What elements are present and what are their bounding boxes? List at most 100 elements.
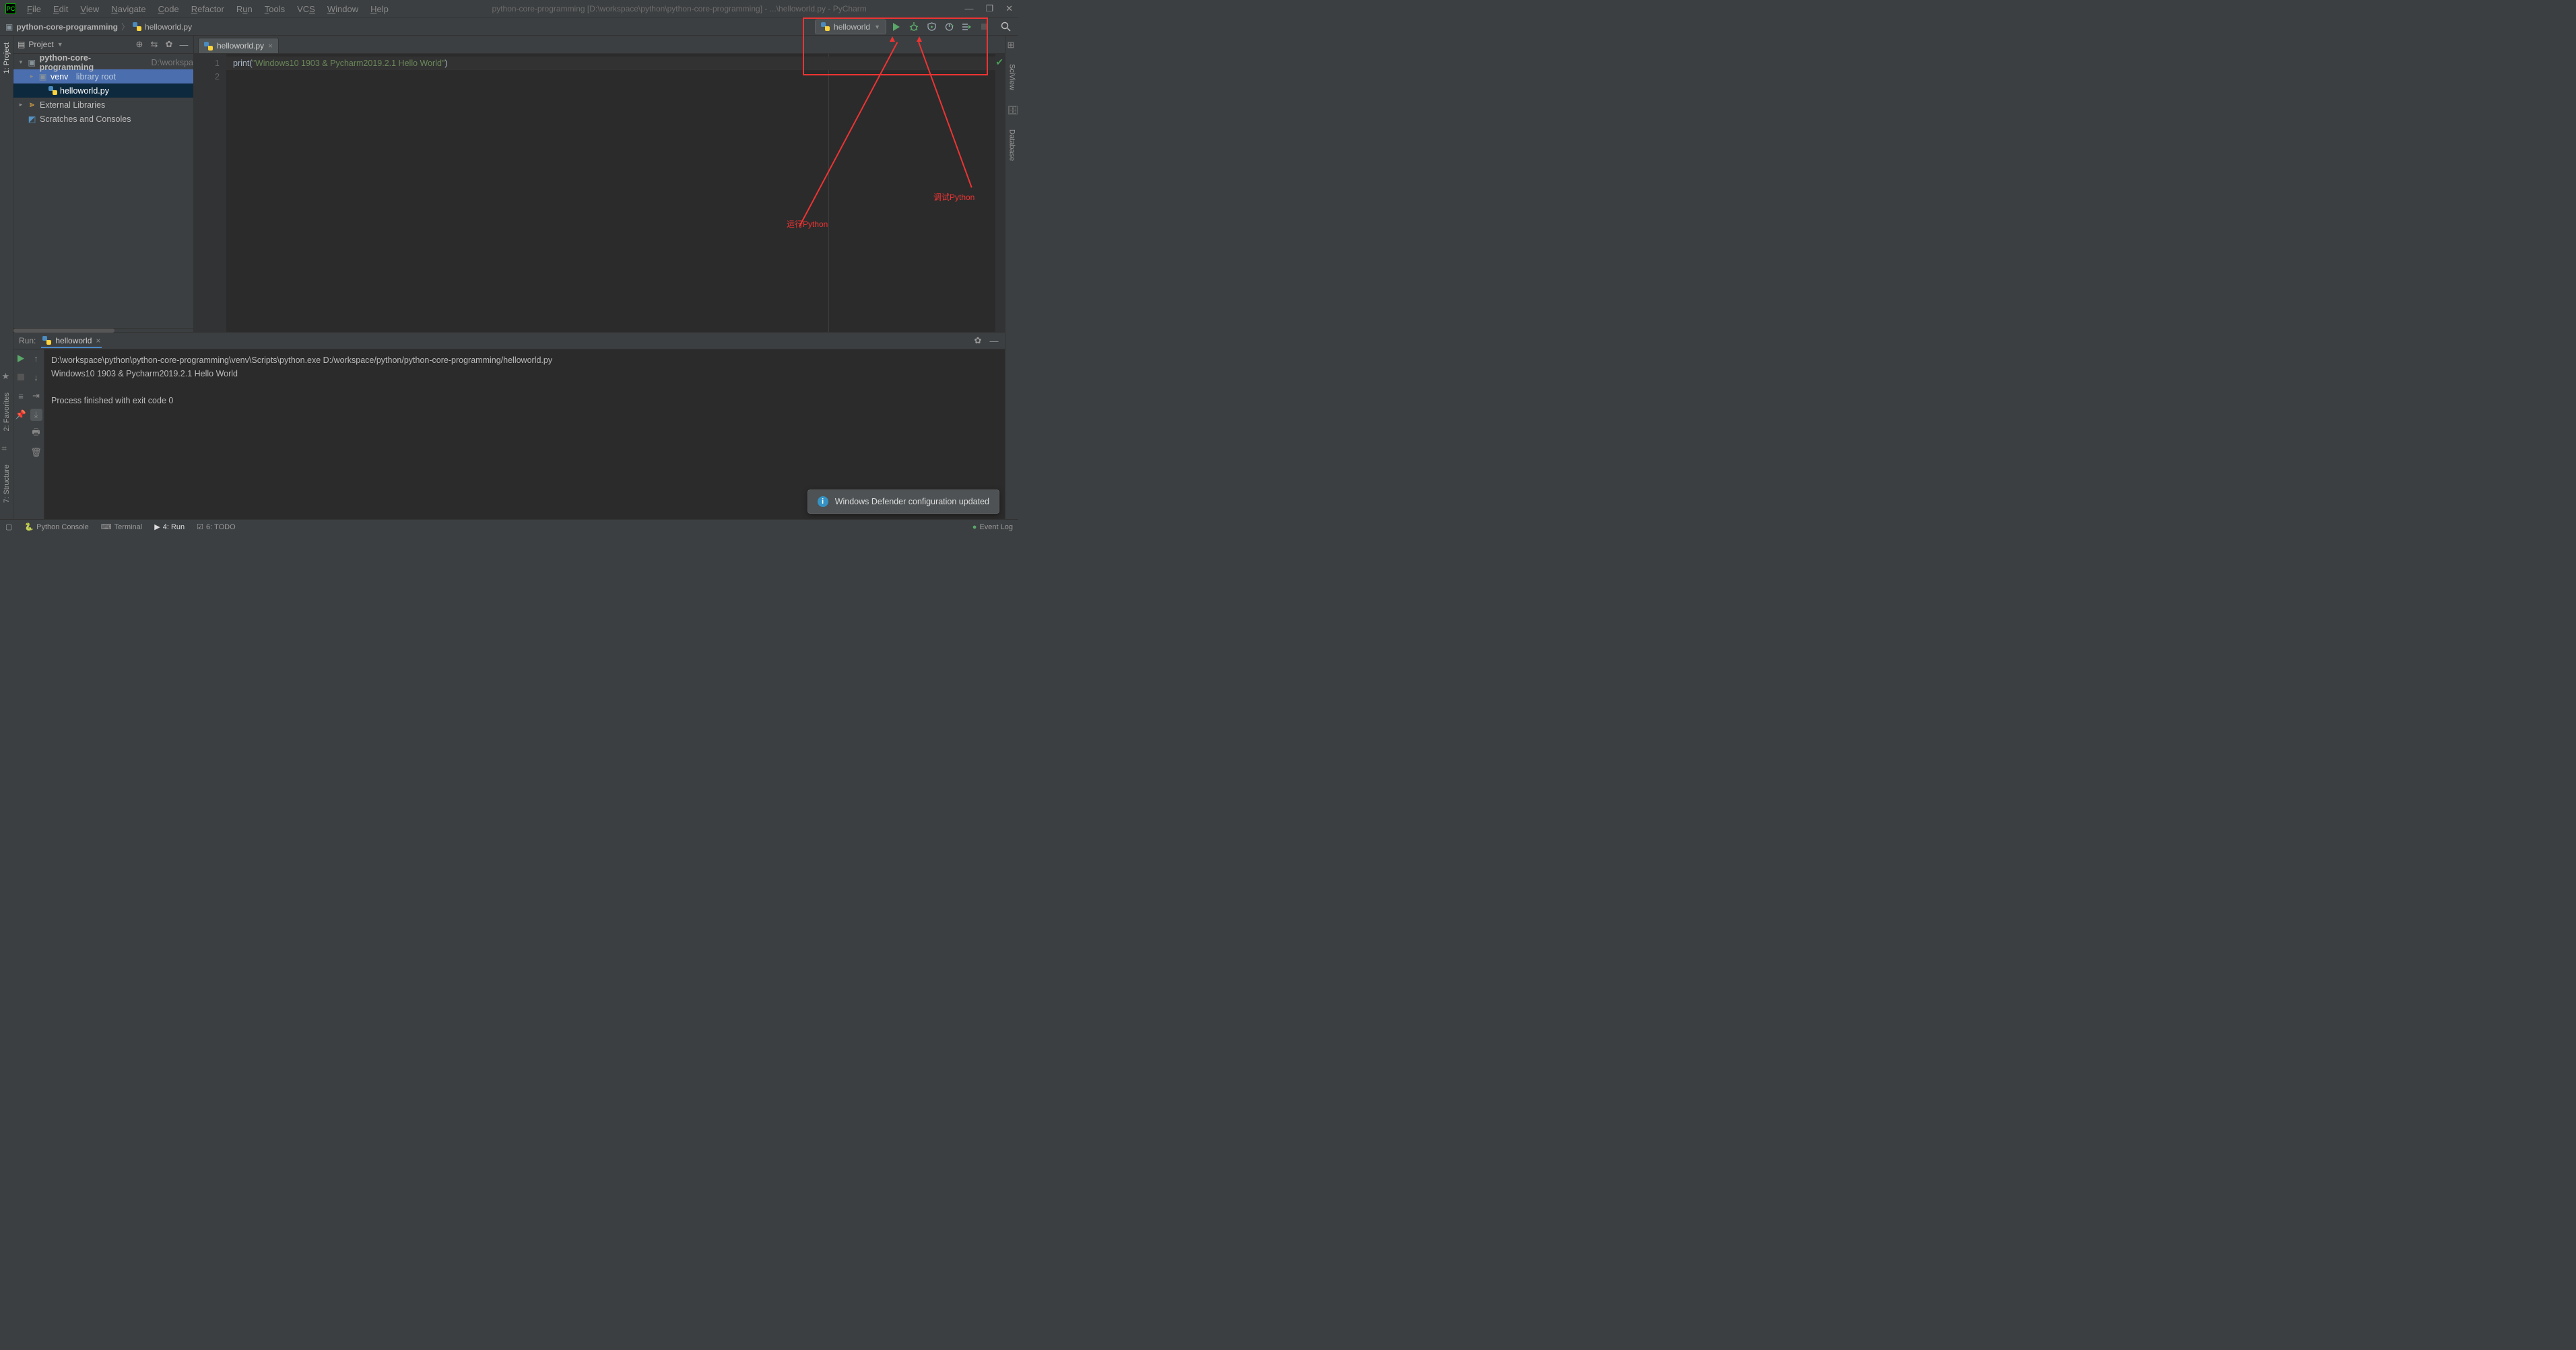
run-button[interactable] <box>889 20 904 34</box>
tree-scratches[interactable]: ◩ Scratches and Consoles <box>13 112 193 126</box>
concurrency-button[interactable] <box>959 20 974 34</box>
hide-icon[interactable]: — <box>989 335 999 346</box>
line-number: 2 <box>194 70 220 83</box>
tree-scratch-label: Scratches and Consoles <box>40 114 131 124</box>
search-everywhere-button[interactable] <box>998 20 1013 34</box>
breadcrumb-separator: 〉 <box>121 21 129 32</box>
run-action-bar-1: ≡ 📌 <box>13 349 28 519</box>
tool-window-quick-access[interactable]: ▢ <box>5 522 12 531</box>
gear-icon[interactable]: ✿ <box>164 39 174 50</box>
menu-tools[interactable]: Tools <box>259 2 290 16</box>
stop-button[interactable] <box>977 20 991 34</box>
tree-horizontal-scrollbar[interactable] <box>13 328 193 332</box>
python-icon <box>42 336 51 345</box>
debug-button[interactable] <box>906 20 921 34</box>
right-tool-stripe: ⊞ SciView 🗄 Database <box>1005 36 1018 519</box>
up-button[interactable]: ↑ <box>30 352 42 364</box>
clear-button[interactable]: 🗑 <box>30 446 42 459</box>
down-button[interactable]: ↓ <box>30 371 42 383</box>
status-python-console[interactable]: 🐍Python Console <box>24 522 88 531</box>
tool-tab-sciview[interactable]: SciView <box>1007 60 1018 94</box>
folder-icon: ▣ <box>5 22 13 32</box>
tree-venv-hint: library root <box>76 72 116 81</box>
breadcrumb: ▣ python-core-programming 〉 helloworld.p… <box>5 21 192 32</box>
menu-navigate[interactable]: Navigate <box>106 2 151 16</box>
pin-button[interactable]: 📌 <box>15 409 27 421</box>
print-button[interactable]: 🖶 <box>30 428 42 440</box>
soft-wrap-button[interactable]: ⇥ <box>30 390 42 402</box>
status-todo[interactable]: ☑6: TODO <box>197 522 235 531</box>
tool-tab-project[interactable]: 1: Project <box>1 38 12 77</box>
todo-icon: ☑ <box>197 522 203 531</box>
tool-tab-structure[interactable]: 7: Structure <box>1 461 12 507</box>
menu-window[interactable]: Window <box>322 2 364 16</box>
menu-help[interactable]: Help <box>365 2 394 16</box>
status-run[interactable]: ▶4: Run <box>154 522 185 531</box>
code-area[interactable]: 1 2 print("Windows10 1903 & Pycharm2019.… <box>194 54 1005 332</box>
tree-ext-label: External Libraries <box>40 100 105 110</box>
folder-icon: ▣ <box>38 71 48 81</box>
scroll-to-end-button[interactable]: ⤓ <box>30 409 42 421</box>
minimize-icon[interactable]: — <box>964 3 973 14</box>
database-icon[interactable]: 🗄 <box>1008 105 1017 114</box>
grid-icon[interactable]: ⊞ <box>1008 40 1017 49</box>
code-keyword: print <box>233 59 249 68</box>
tree-root-label: python-core-programming <box>40 54 143 72</box>
run-tab[interactable]: helloworld × <box>41 334 102 348</box>
profile-button[interactable] <box>942 20 956 34</box>
close-icon[interactable]: ✕ <box>1005 3 1013 14</box>
tree-root-path: D:\workspa <box>151 58 193 67</box>
coverage-button[interactable] <box>924 20 939 34</box>
status-bar: ▢ 🐍Python Console ⌨Terminal ▶4: Run ☑6: … <box>0 519 1018 534</box>
stop-button[interactable] <box>15 371 27 383</box>
terminal-icon: ⌨ <box>101 522 112 531</box>
maximize-icon[interactable]: ❐ <box>985 3 993 14</box>
layout-button[interactable]: ≡ <box>15 390 27 402</box>
status-event-log[interactable]: ●Event Log <box>972 523 1013 531</box>
editor-tab-label: helloworld.py <box>217 41 264 50</box>
console-line: Process finished with exit code 0 <box>51 396 173 405</box>
chevron-down-icon: ▼ <box>874 24 880 30</box>
tree-venv[interactable]: ▣ venv library root <box>13 69 193 83</box>
breadcrumb-file[interactable]: helloworld.py <box>145 22 192 32</box>
notification-popup[interactable]: i Windows Defender configuration updated <box>807 490 999 514</box>
menu-edit[interactable]: Edit <box>48 2 73 16</box>
menu-view[interactable]: View <box>75 2 104 16</box>
menu-run[interactable]: Run <box>231 2 258 16</box>
menu-file[interactable]: File <box>22 2 46 16</box>
tree-venv-label: venv <box>51 72 68 81</box>
status-terminal[interactable]: ⌨Terminal <box>101 522 142 531</box>
menu-code[interactable]: Code <box>153 2 185 16</box>
tool-tab-database[interactable]: Database <box>1007 125 1018 165</box>
chevron-down-icon[interactable]: ▼ <box>57 41 63 48</box>
menu-vcs[interactable]: VCS <box>292 2 321 16</box>
line-number: 1 <box>194 57 220 70</box>
locate-icon[interactable]: ⊕ <box>134 39 145 50</box>
project-title: Project <box>28 40 53 49</box>
tab-close-icon[interactable]: × <box>96 336 100 345</box>
menu-refactor[interactable]: Refactor <box>186 2 230 16</box>
run-label: Run: <box>19 336 36 345</box>
tab-close-icon[interactable]: × <box>268 41 273 50</box>
breadcrumb-root[interactable]: python-core-programming <box>16 22 118 32</box>
project-tree[interactable]: ▣ python-core-programming D:\workspa ▣ v… <box>13 54 193 328</box>
project-view-icon: ▤ <box>18 40 25 49</box>
tool-tab-favorites[interactable]: 2: Favorites <box>1 389 12 435</box>
console-line: D:\workspace\python\python-core-programm… <box>51 356 552 365</box>
notification-text: Windows Defender configuration updated <box>835 497 989 506</box>
editor-tabs: helloworld.py × <box>194 36 1005 54</box>
tree-file-helloworld[interactable]: helloworld.py <box>13 83 193 98</box>
run-configuration-selector[interactable]: helloworld ▼ <box>815 20 886 34</box>
python-file-icon <box>204 42 213 50</box>
rerun-button[interactable] <box>15 352 27 364</box>
editor-tab-helloworld[interactable]: helloworld.py × <box>198 38 279 53</box>
gear-icon[interactable]: ✿ <box>972 335 983 346</box>
tree-root[interactable]: ▣ python-core-programming D:\workspa <box>13 55 193 69</box>
scratches-icon: ◩ <box>27 114 37 124</box>
code-text[interactable]: print("Windows10 1903 & Pycharm2019.2.1 … <box>226 54 995 332</box>
libraries-icon: ⫸ <box>27 100 37 110</box>
editor: helloworld.py × 1 2 print("Windows10 190… <box>194 36 1005 332</box>
hide-icon[interactable]: — <box>178 39 189 50</box>
tree-external-libraries[interactable]: ⫸ External Libraries <box>13 98 193 112</box>
collapse-icon[interactable]: ⇆ <box>149 39 160 50</box>
